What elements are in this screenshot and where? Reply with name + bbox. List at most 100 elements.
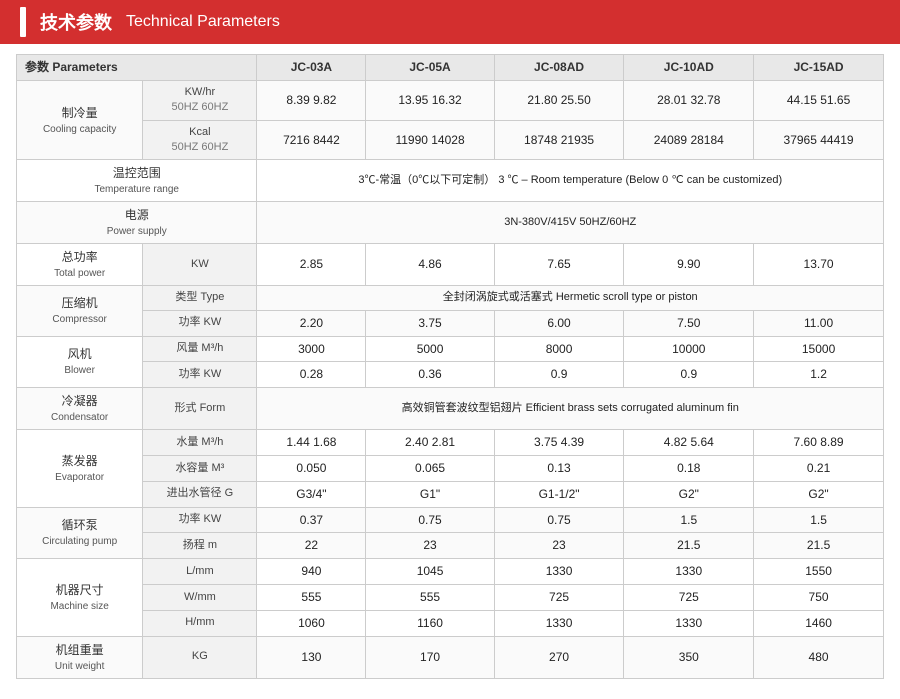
data-cell: 18748 21935 xyxy=(494,120,624,160)
page-header: 技术参数 Technical Parameters xyxy=(0,0,900,44)
data-cell: 555 xyxy=(257,584,366,610)
table-row: 扬程 m22232321.521.5 xyxy=(17,533,884,559)
table-row: 风机Blower风量 M³/h3000500080001000015000 xyxy=(17,336,884,362)
data-cell: 1330 xyxy=(494,559,624,585)
category-cell: 温控范围Temperature range xyxy=(17,160,257,202)
data-cell: 21.80 25.50 xyxy=(494,80,624,120)
data-cell: 725 xyxy=(494,584,624,610)
category-cell: 压缩机Compressor xyxy=(17,286,143,336)
data-cell: 1060 xyxy=(257,610,366,636)
data-cell: 21.5 xyxy=(624,533,754,559)
data-cell: 0.75 xyxy=(366,507,494,533)
data-cell: 1550 xyxy=(754,559,884,585)
table-row: 水容量 M³0.0500.0650.130.180.21 xyxy=(17,455,884,481)
th-model-jc15ad: JC-15AD xyxy=(754,55,884,81)
data-cell: 11.00 xyxy=(754,310,884,336)
data-cell: G2" xyxy=(754,481,884,507)
category-cell: 制冷量Cooling capacity xyxy=(17,80,143,160)
sub-label-cell: 水容量 M³ xyxy=(143,455,257,481)
data-cell: 170 xyxy=(366,636,494,678)
data-cell: 2.20 xyxy=(257,310,366,336)
data-cell: 3.75 xyxy=(366,310,494,336)
th-model-jc10ad: JC-10AD xyxy=(624,55,754,81)
th-params: 参数 Parameters xyxy=(17,55,257,81)
data-cell: 0.28 xyxy=(257,362,366,388)
sub-label-cell: KG xyxy=(143,636,257,678)
data-cell: 7.65 xyxy=(494,244,624,286)
data-cell: 7.60 8.89 xyxy=(754,430,884,456)
sub-label-cell: 形式 Form xyxy=(143,388,257,430)
header-accent xyxy=(20,7,26,37)
data-cell: 0.050 xyxy=(257,455,366,481)
data-cell: 0.9 xyxy=(624,362,754,388)
data-cell: 11990 14028 xyxy=(366,120,494,160)
category-cell: 总功率Total power xyxy=(17,244,143,286)
sub-label-cell: 扬程 m xyxy=(143,533,257,559)
table-row: 机器尺寸Machine sizeL/mm9401045133013301550 xyxy=(17,559,884,585)
data-cell: 480 xyxy=(754,636,884,678)
data-cell: G1-1/2" xyxy=(494,481,624,507)
data-cell: 15000 xyxy=(754,336,884,362)
sub-label-cell: KW xyxy=(143,244,257,286)
data-cell: 940 xyxy=(257,559,366,585)
span-value-cell: 3℃-常温（0℃以下可定制） 3 ℃ – Room temperature (B… xyxy=(257,160,884,202)
table-row: 进出水管径 GG3/4"G1"G1-1/2"G2"G2" xyxy=(17,481,884,507)
category-cell: 风机Blower xyxy=(17,336,143,388)
data-cell: 23 xyxy=(494,533,624,559)
header-en-title: Technical Parameters xyxy=(126,13,280,31)
table-row: 循环泵Circulating pump功率 KW0.370.750.751.51… xyxy=(17,507,884,533)
data-cell: 1460 xyxy=(754,610,884,636)
data-cell: G3/4" xyxy=(257,481,366,507)
data-cell: 8.39 9.82 xyxy=(257,80,366,120)
data-cell: 2.40 2.81 xyxy=(366,430,494,456)
sub-label-cell: 水量 M³/h xyxy=(143,430,257,456)
data-cell: 8000 xyxy=(494,336,624,362)
data-cell: 350 xyxy=(624,636,754,678)
data-cell: 21.5 xyxy=(754,533,884,559)
data-cell: 1160 xyxy=(366,610,494,636)
data-cell: 2.85 xyxy=(257,244,366,286)
sub-label-cell: 功率 KW xyxy=(143,310,257,336)
data-cell: 4.86 xyxy=(366,244,494,286)
data-cell: 4.82 5.64 xyxy=(624,430,754,456)
data-cell: 1.5 xyxy=(754,507,884,533)
data-cell: 37965 44419 xyxy=(754,120,884,160)
span-sub-value-cell: 高效铜管套波纹型铝翅片 Efficient brass sets corruga… xyxy=(257,388,884,430)
data-cell: 0.36 xyxy=(366,362,494,388)
table-row: 功率 KW2.203.756.007.5011.00 xyxy=(17,310,884,336)
table-row: 压缩机Compressor类型 Type全封闭涡旋式或活塞式 Hermetic … xyxy=(17,286,884,310)
sub-label-cell: H/mm xyxy=(143,610,257,636)
data-cell: 0.065 xyxy=(366,455,494,481)
data-cell: 44.15 51.65 xyxy=(754,80,884,120)
data-cell: 555 xyxy=(366,584,494,610)
data-cell: G2" xyxy=(624,481,754,507)
sub-label-cell: L/mm xyxy=(143,559,257,585)
data-cell: 28.01 32.78 xyxy=(624,80,754,120)
category-cell: 机组重量Unit weight xyxy=(17,636,143,678)
data-cell: 725 xyxy=(624,584,754,610)
data-cell: 7216 8442 xyxy=(257,120,366,160)
table-row: W/mm555555725725750 xyxy=(17,584,884,610)
table-row: 功率 KW0.280.360.90.91.2 xyxy=(17,362,884,388)
category-cell: 电源Power supply xyxy=(17,202,257,244)
data-cell: 23 xyxy=(366,533,494,559)
span-value-cell: 3N-380V/415V 50HZ/60HZ xyxy=(257,202,884,244)
table-container: 参数 Parameters JC-03A JC-05A JC-08AD JC-1… xyxy=(0,44,900,699)
category-cell: 冷凝器Condensator xyxy=(17,388,143,430)
table-row: 蒸发器Evaporator水量 M³/h1.44 1.682.40 2.813.… xyxy=(17,430,884,456)
category-cell: 机器尺寸Machine size xyxy=(17,559,143,636)
data-cell: 750 xyxy=(754,584,884,610)
th-model-jc05a: JC-05A xyxy=(366,55,494,81)
data-cell: 1330 xyxy=(494,610,624,636)
sub-label-cell: 功率 KW xyxy=(143,507,257,533)
data-cell: 0.21 xyxy=(754,455,884,481)
th-model-jc08ad: JC-08AD xyxy=(494,55,624,81)
data-cell: 0.13 xyxy=(494,455,624,481)
data-cell: 1330 xyxy=(624,559,754,585)
sub-label-cell: W/mm xyxy=(143,584,257,610)
sub-label-cell: Kcal50HZ 60HZ xyxy=(143,120,257,160)
category-cell: 循环泵Circulating pump xyxy=(17,507,143,559)
data-cell: 5000 xyxy=(366,336,494,362)
data-cell: 1.44 1.68 xyxy=(257,430,366,456)
data-cell: 13.70 xyxy=(754,244,884,286)
